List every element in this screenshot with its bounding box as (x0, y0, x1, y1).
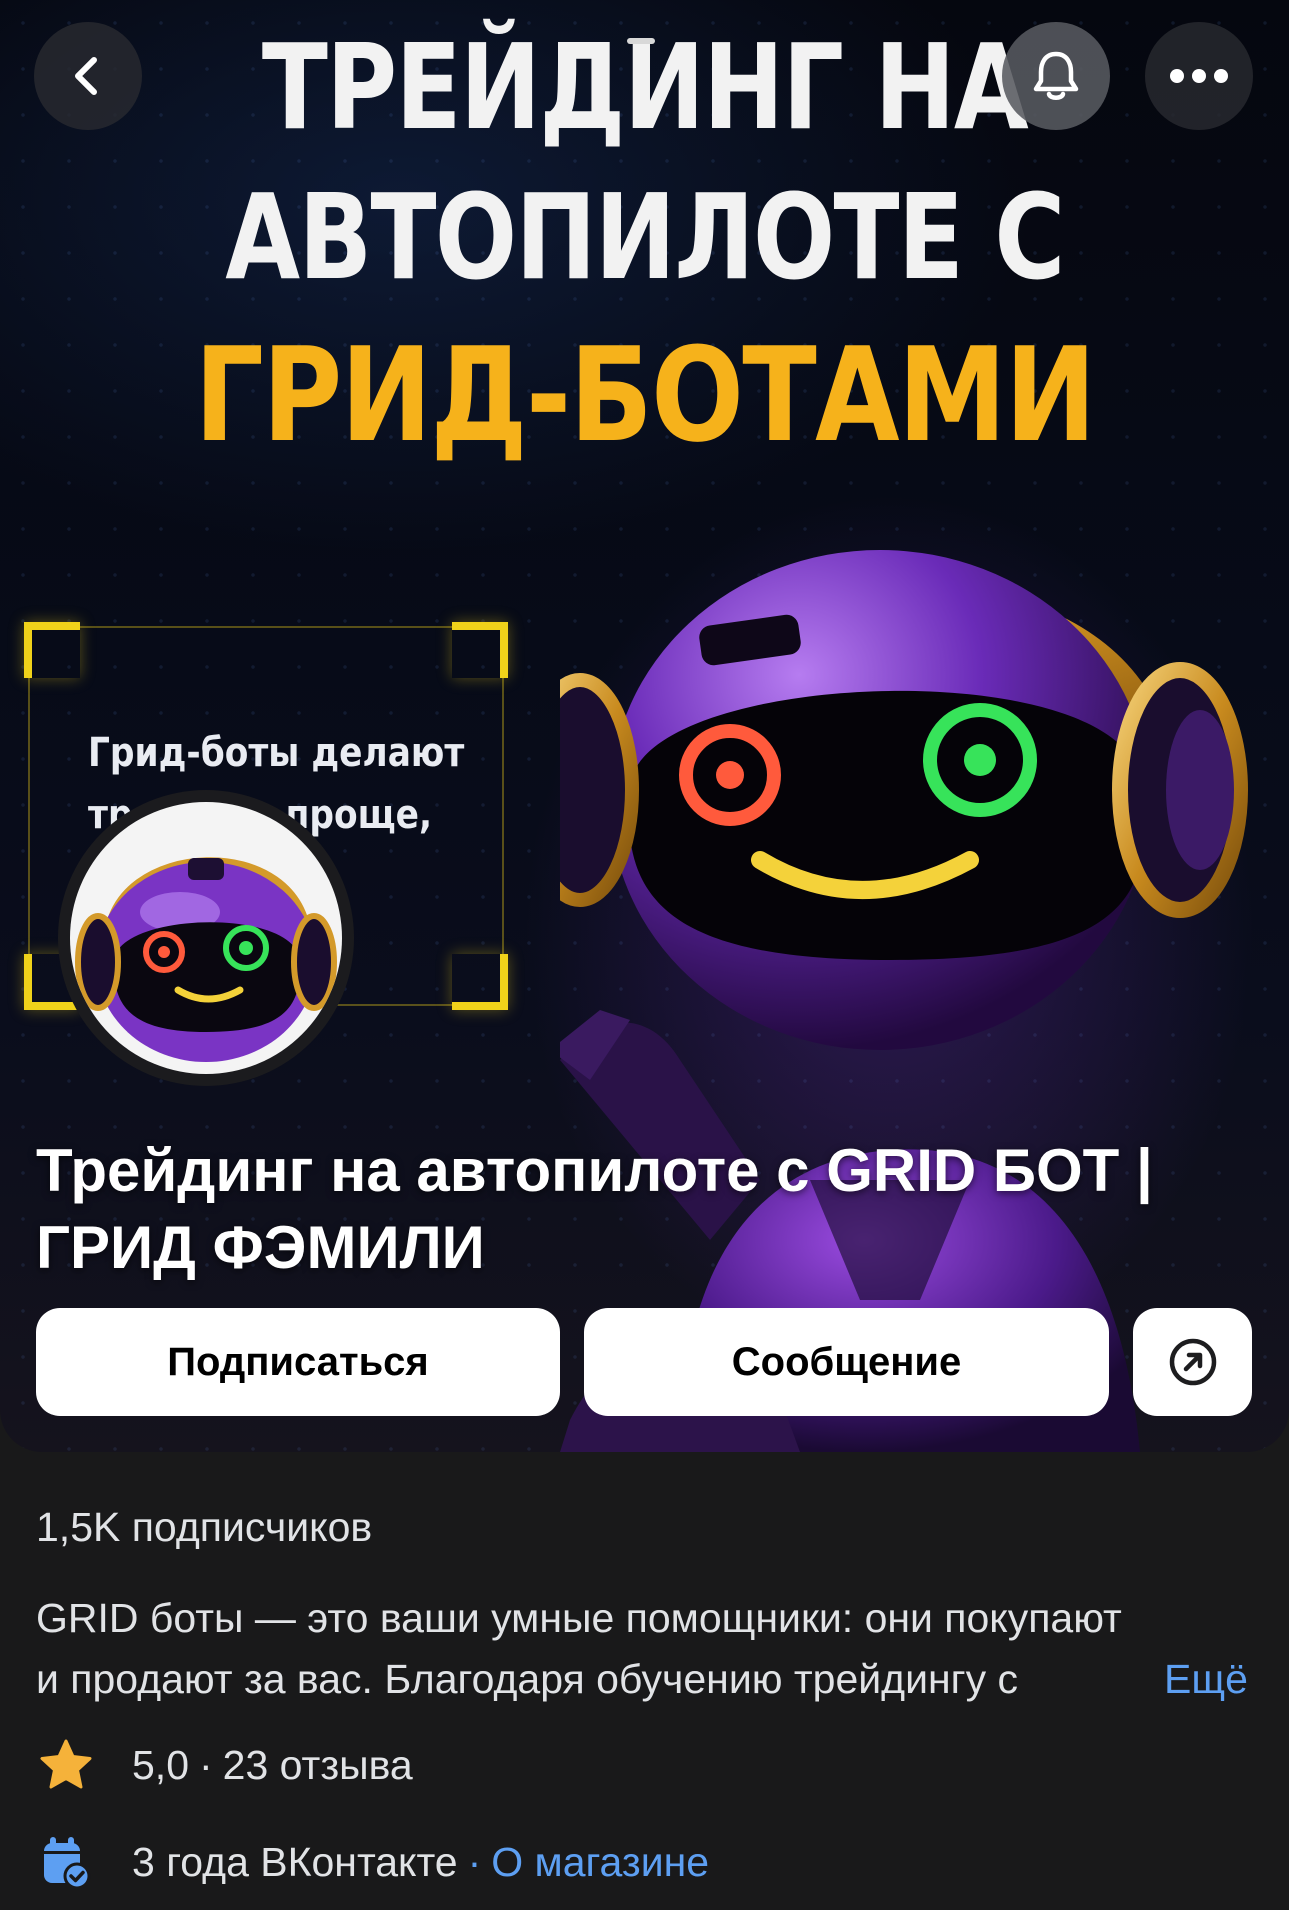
more-button[interactable] (1145, 22, 1253, 130)
reviews-count: 23 отзыва (222, 1741, 413, 1788)
star-icon (36, 1735, 96, 1795)
description-line: GRID боты — это ваши умные помощники: он… (36, 1595, 1122, 1641)
back-button[interactable] (34, 22, 142, 130)
age-separator: · (467, 1838, 482, 1885)
calendar-check-icon (36, 1832, 96, 1892)
cover-headline-line2: АВТОПИЛОТЕ С (225, 168, 1065, 306)
subscribers-count[interactable]: 1,5K подписчиков (36, 1504, 372, 1551)
rating-separator: · (199, 1741, 213, 1788)
community-avatar[interactable] (58, 790, 354, 1086)
share-button[interactable] (1133, 1308, 1252, 1416)
rating-value: 5,0 (132, 1741, 189, 1788)
drag-handle (627, 38, 655, 44)
about-shop-link[interactable]: О магазине (491, 1839, 709, 1886)
message-button[interactable]: Сообщение (584, 1308, 1109, 1416)
community-description: GRID боты — это ваши умные помощники: он… (36, 1588, 1256, 1710)
cover-headline-line3: ГРИД-БОТАМИ (194, 319, 1096, 471)
robot-avatar-image (75, 857, 337, 1062)
community-age: 3 года ВКонтакте (132, 1838, 458, 1885)
notifications-button[interactable] (1002, 22, 1110, 130)
community-cover: ТРЕЙДИНГ НА АВТОПИЛОТЕ С ГРИД-БОТАМИ Гри… (0, 0, 1289, 1452)
description-line: и продают за вас. Благодаря обучению тре… (36, 1649, 1146, 1710)
subscribe-button[interactable]: Подписаться (36, 1308, 560, 1416)
share-arrow-icon (1169, 1338, 1216, 1386)
community-title: Трейдинг на автопилоте с GRID БОТ | ГРИД… (36, 1137, 1153, 1281)
community-age-row: 3 года ВКонтакте · О магазине (36, 1830, 709, 1894)
chevron-left-icon (75, 57, 97, 95)
rating-row[interactable]: 5,0 · 23 отзыва (36, 1733, 413, 1797)
bell-icon (1033, 51, 1079, 100)
description-more-link[interactable]: Ещё (1164, 1649, 1248, 1710)
more-horizontal-icon (1170, 69, 1228, 83)
